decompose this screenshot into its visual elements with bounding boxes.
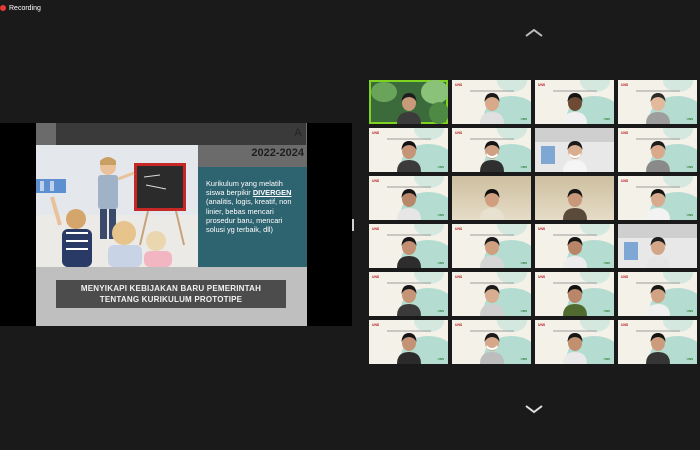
tile-logo: UNS: [455, 131, 463, 135]
gallery-prev-button[interactable]: [524, 28, 544, 38]
tile-logo: UNS: [621, 83, 629, 87]
slide-text-highlight: DIVERGEN: [252, 188, 292, 198]
participant-video-tile[interactable]: UNS UNS: [369, 128, 448, 172]
tile-logo: UNS: [455, 323, 463, 327]
tile-logo: UNS: [538, 227, 546, 231]
participant-video-tile[interactable]: UNS UNS: [369, 320, 448, 364]
tile-logo: UNS: [372, 179, 380, 183]
tile-logo: UNS: [621, 323, 629, 327]
participant-video-tile[interactable]: UNS UNS: [452, 128, 531, 172]
tile-logo: UNS: [538, 83, 546, 87]
tile-footer-logo: UNS: [686, 165, 693, 169]
tile-footer-logo: UNS: [437, 357, 444, 361]
participant-video-tile[interactable]: UNS UNS: [535, 224, 614, 268]
tile-logo: UNS: [621, 275, 629, 279]
tile-footer-logo: UNS: [603, 261, 610, 265]
participant-video-tile[interactable]: [369, 80, 448, 124]
tile-footer-logo: UNS: [520, 117, 527, 121]
tile-footer-logo: UNS: [437, 309, 444, 313]
participant-video-tile[interactable]: UNS UNS: [535, 320, 614, 364]
share-resize-handle[interactable]: [352, 219, 354, 231]
tile-footer-logo: UNS: [437, 261, 444, 265]
tile-logo: UNS: [621, 131, 629, 135]
tile-footer-logo: UNS: [686, 117, 693, 121]
participant-video-tile[interactable]: UNS UNS: [452, 272, 531, 316]
tile-logo: UNS: [455, 227, 463, 231]
tile-footer-logo: UNS: [520, 261, 527, 265]
tile-footer-logo: UNS: [437, 165, 444, 169]
participant-video-tile[interactable]: UNS UNS: [452, 224, 531, 268]
presentation-slide: A 2022-2024 Kurikulum yang melatih siswa…: [36, 123, 307, 326]
participant-video-tile[interactable]: UNS UNS: [618, 176, 697, 220]
slide-text-box: Kurikulum yang melatih siswa berpikir DI…: [198, 167, 307, 267]
slide-title-tail: A: [294, 127, 302, 139]
participant-video-tile[interactable]: [452, 176, 531, 220]
tile-logo: UNS: [621, 179, 629, 183]
tile-logo: UNS: [372, 323, 380, 327]
tile-footer-logo: UNS: [520, 357, 527, 361]
participant-video-tile[interactable]: [535, 176, 614, 220]
tile-footer-logo: UNS: [520, 309, 527, 313]
participant-video-tile[interactable]: UNS UNS: [618, 320, 697, 364]
gallery-next-button[interactable]: [524, 404, 544, 414]
participant-video-tile[interactable]: [618, 224, 697, 268]
recording-label: Recording: [9, 4, 41, 12]
participant-video-tile[interactable]: UNS UNS: [535, 80, 614, 124]
tile-logo: UNS: [455, 275, 463, 279]
tile-footer-logo: UNS: [686, 357, 693, 361]
participant-video-tile[interactable]: UNS UNS: [618, 272, 697, 316]
slide-title-bar: A: [56, 123, 306, 145]
tile-footer-logo: UNS: [686, 309, 693, 313]
tile-footer-logo: UNS: [520, 165, 527, 169]
participant-gallery: UNS UNS UNS UNS UNS UNS UNS UNS UNS UNS UNS UNS UNS U…: [369, 80, 700, 365]
participant-video-tile[interactable]: UNS UNS: [369, 272, 448, 316]
participant-video-tile[interactable]: UNS UNS: [452, 80, 531, 124]
tile-logo: UNS: [455, 83, 463, 87]
tile-logo: UNS: [372, 275, 380, 279]
banner-line-2: TENTANG KURIKULUM PROTOTIPE: [99, 295, 243, 304]
tile-logo: UNS: [372, 131, 380, 135]
slide-year: 2022-2024: [251, 147, 304, 159]
tile-logo: UNS: [538, 323, 546, 327]
participant-video-tile[interactable]: UNS UNS: [535, 272, 614, 316]
recording-indicator: Recording: [0, 3, 41, 13]
chevron-up-icon: [525, 28, 543, 37]
tile-footer-logo: UNS: [437, 213, 444, 217]
shared-screen: A 2022-2024 Kurikulum yang melatih siswa…: [0, 123, 352, 326]
classroom-photo: [36, 145, 198, 267]
tile-footer-logo: UNS: [603, 357, 610, 361]
participant-video-tile[interactable]: UNS UNS: [618, 80, 697, 124]
tile-footer-logo: UNS: [603, 309, 610, 313]
participant-video-tile[interactable]: [535, 128, 614, 172]
slide-text-after: (analitis, logis, kreatif, non linier, b…: [206, 197, 292, 235]
tile-logo: UNS: [538, 275, 546, 279]
banner-line-1: MENYIKAPI KEBIJAKAN BARU PEMERINTAH: [80, 284, 262, 293]
participant-video-tile[interactable]: UNS UNS: [369, 176, 448, 220]
tile-logo: UNS: [372, 227, 380, 231]
slide-banner: MENYIKAPI KEBIJAKAN BARU PEMERINTAH TENT…: [56, 280, 286, 308]
chevron-down-icon: [525, 405, 543, 414]
participant-video-tile[interactable]: UNS UNS: [369, 224, 448, 268]
participant-video-tile[interactable]: UNS UNS: [618, 128, 697, 172]
recording-dot-icon: [0, 5, 6, 11]
tile-footer-logo: UNS: [686, 213, 693, 217]
participant-video-tile[interactable]: UNS UNS: [452, 320, 531, 364]
tile-footer-logo: UNS: [603, 117, 610, 121]
